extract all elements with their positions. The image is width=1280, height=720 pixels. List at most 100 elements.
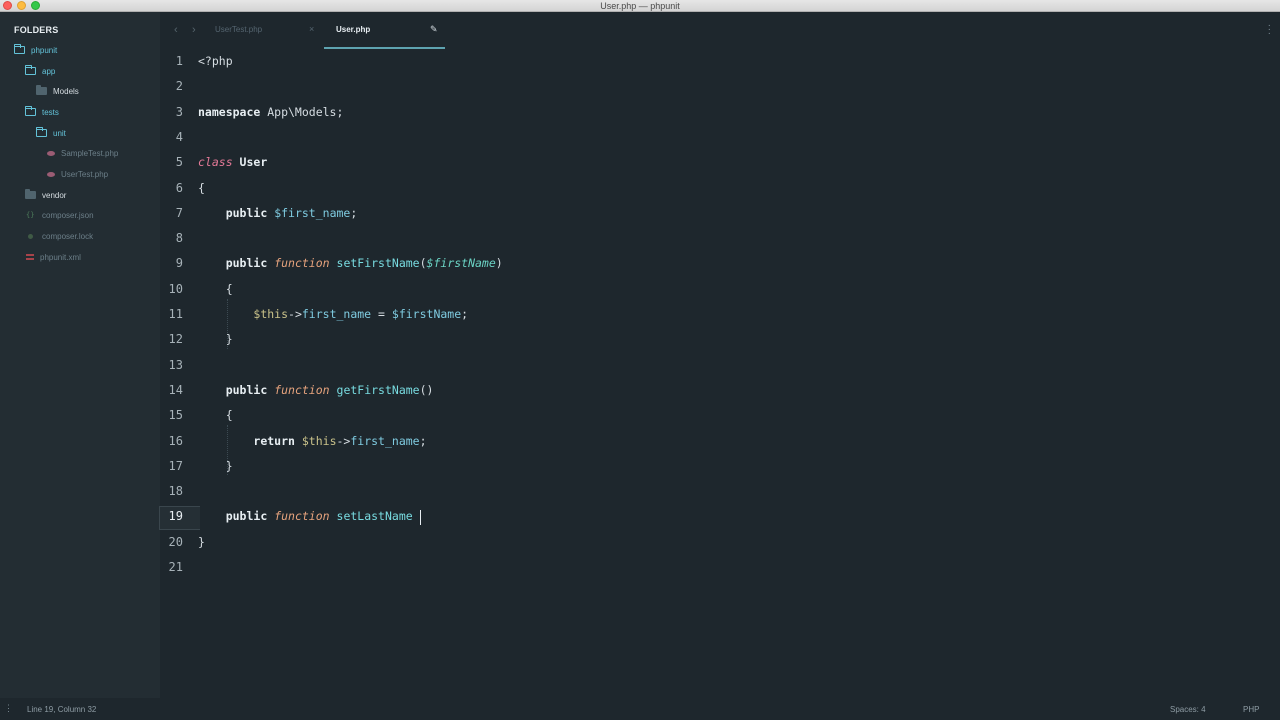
tab-usertest[interactable]: UserTest.php — [215, 25, 262, 34]
code-token: function — [274, 382, 330, 397]
tree-folder-phpunit[interactable]: phpunit — [14, 42, 57, 58]
window-title: User.php — phpunit — [600, 1, 680, 11]
tree-folder-models[interactable]: Models — [36, 83, 79, 99]
code-token: = — [371, 307, 392, 321]
chevron-right-icon[interactable]: › — [192, 24, 196, 36]
cursor-position[interactable]: Line 19, Column 32 — [27, 705, 96, 714]
text-cursor — [420, 510, 421, 525]
code-token: { — [198, 281, 233, 296]
line-number: 12 — [168, 332, 183, 347]
code-token: } — [198, 332, 233, 347]
active-tab-indicator — [324, 47, 445, 49]
line-number: 13 — [168, 357, 183, 372]
code-token: public — [225, 509, 268, 524]
code-token: namespace — [198, 104, 261, 119]
tab-bar: ‹ › UserTest.php × User.php ✎ · · · — [160, 12, 1280, 49]
line-number: 18 — [168, 484, 183, 499]
tree-item-label: unit — [53, 128, 66, 138]
xml-file-icon — [26, 253, 34, 261]
tree-item-label: app — [42, 66, 56, 76]
line-number: 7 — [175, 205, 183, 220]
indentation-setting[interactable]: Spaces: 4 — [1170, 705, 1206, 714]
code-token: ; — [350, 205, 358, 220]
line-number: 11 — [168, 307, 183, 321]
status-menu-icon[interactable]: ⋮ — [4, 703, 13, 714]
code-line: { — [198, 277, 233, 302]
line-number: 9 — [175, 256, 183, 271]
tree-file-composer-lock[interactable]: composer.lock — [26, 228, 93, 244]
code-line: } — [198, 454, 233, 479]
folder-open-icon — [14, 44, 25, 54]
tree-item-label: SampleTest.php — [61, 148, 119, 158]
code-token: $this — [301, 433, 337, 448]
code-token: first_name — [350, 433, 420, 448]
code-token: ( — [419, 256, 427, 271]
syntax-selector[interactable]: PHP — [1243, 705, 1259, 714]
code-token: getFirstName — [336, 382, 420, 397]
tree-file-usertest[interactable]: UserTest.php — [47, 166, 108, 182]
folder-closed-icon — [36, 85, 47, 95]
line-number: 16 — [168, 433, 183, 448]
tree-folder-app[interactable]: app — [25, 63, 55, 79]
tree-file-phpunit-xml[interactable]: phpunit.xml — [26, 249, 81, 265]
code-token: -> — [288, 307, 302, 321]
code-line: return $this->first_name; — [198, 429, 426, 454]
tree-folder-unit[interactable]: unit — [36, 125, 66, 141]
line-number: 19 — [168, 509, 183, 524]
tree-folder-tests[interactable]: tests — [25, 104, 59, 120]
code-token: ) — [495, 256, 503, 271]
line-number: 6 — [175, 180, 183, 195]
line-number-gutter: 1 2 3 4 5 6 7 8 9 10 11 12 13 14 15 16 17 18 19 20 21 — [160, 49, 190, 689]
close-icon[interactable]: × — [309, 24, 314, 34]
pencil-icon: ✎ — [430, 24, 438, 34]
code-token: $this — [253, 307, 289, 321]
tab-user[interactable]: User.php — [336, 25, 370, 34]
php-file-icon — [47, 150, 55, 156]
code-token: { — [198, 180, 205, 195]
tree-item-label: Models — [53, 86, 79, 96]
window-titlebar: User.php — phpunit — [0, 0, 1280, 12]
line-number: 17 — [168, 458, 183, 473]
code-line: } — [198, 327, 233, 352]
code-line: public function setFirstName($firstName) — [198, 251, 503, 276]
tree-file-composer-json[interactable]: {} composer.json — [26, 207, 94, 223]
line-number: 20 — [168, 534, 183, 549]
code-token: } — [198, 458, 233, 473]
tree-folder-vendor[interactable]: vendor — [25, 187, 66, 203]
code-line: <?php — [198, 49, 233, 74]
code-token: setFirstName — [336, 256, 420, 271]
chevron-left-icon[interactable]: ‹ — [174, 24, 178, 36]
folder-open-icon — [25, 65, 36, 75]
code-line: public function getFirstName() — [198, 378, 434, 403]
code-token: function — [274, 256, 330, 271]
code-token: public — [225, 205, 268, 220]
code-token: { — [198, 408, 233, 423]
code-token: class — [198, 155, 233, 170]
tree-item-label: phpunit.xml — [40, 252, 81, 262]
line-number: 1 — [175, 54, 183, 68]
line-number: 3 — [175, 104, 183, 119]
code-token: $first_name — [274, 205, 351, 220]
code-token: first_name — [301, 307, 372, 321]
code-line: { — [198, 403, 233, 428]
more-menu-icon[interactable]: · · · — [1268, 21, 1271, 39]
code-token: function — [274, 509, 330, 524]
line-number: 14 — [168, 382, 183, 397]
status-bar: ⋮ Line 19, Column 32 Spaces: 4 PHP — [0, 698, 1280, 720]
line-number: 2 — [175, 79, 183, 94]
folder-open-icon — [25, 106, 36, 116]
json-file-icon: {} — [26, 211, 35, 219]
line-number: 21 — [168, 560, 183, 574]
tree-file-sampletest[interactable]: SampleTest.php — [47, 145, 118, 161]
code-line: public function setLastName — [198, 504, 413, 529]
code-token: return — [253, 433, 295, 448]
code-token: $firstName — [391, 307, 462, 321]
